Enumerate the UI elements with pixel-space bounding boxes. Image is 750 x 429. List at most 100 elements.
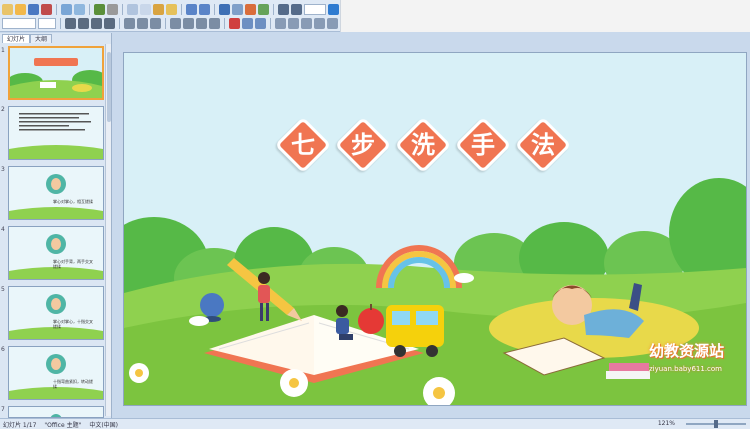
align-center-icon[interactable] — [137, 17, 148, 29]
tab-slides[interactable]: 幻灯片 — [2, 34, 31, 43]
thumbnail-preview — [9, 287, 103, 339]
zoom-level[interactable]: 121% — [658, 420, 675, 427]
title-char: 手 — [471, 131, 495, 159]
italic-icon[interactable] — [78, 17, 89, 29]
hyperlink-icon[interactable] — [219, 3, 230, 15]
open-folder-icon[interactable] — [15, 3, 26, 15]
title-char-tile[interactable]: 七 — [274, 116, 332, 174]
thumbnail-number: 5 — [1, 286, 5, 293]
line-icon[interactable] — [288, 17, 299, 29]
slide-thumbnail-6[interactable]: 十指弯曲紧扣，转动搓揉 — [8, 346, 104, 400]
title-char: 步 — [351, 131, 375, 159]
table-icon[interactable] — [232, 3, 243, 15]
title-char: 法 — [531, 131, 555, 159]
thumbnail-preview — [9, 227, 103, 279]
thumbnail-number: 2 — [1, 106, 5, 113]
numbering-icon[interactable] — [170, 17, 181, 29]
thumbnail-preview — [10, 48, 102, 98]
slides-panel: 幻灯片 大纲 1 2 3 掌心对掌心，相互搓揉 4 掌心对手背，两手交叉搓揉 5… — [0, 33, 112, 418]
new-slide-2-icon[interactable] — [255, 17, 266, 29]
thumbnail-caption: 掌心对掌心，十指交叉搓揉 — [53, 319, 93, 329]
increase-font-icon[interactable] — [196, 17, 207, 29]
toolbar-empty-area — [340, 0, 750, 32]
toolbar — [0, 0, 750, 32]
spelling-icon[interactable] — [94, 3, 105, 15]
grid-icon[interactable] — [278, 3, 289, 15]
slide-thumbnail-4[interactable]: 掌心对手背，两手交叉搓揉 — [8, 226, 104, 280]
permission-icon[interactable] — [41, 3, 52, 15]
font-name-combo[interactable] — [2, 17, 36, 29]
help-icon[interactable] — [328, 3, 339, 15]
zoom-slider[interactable] — [686, 419, 746, 428]
tab-outline[interactable]: 大纲 — [30, 34, 53, 43]
save-icon[interactable] — [28, 3, 39, 15]
thumbnail-caption: 掌心对掌心，相互搓揉 — [53, 199, 93, 204]
zoom-combo[interactable] — [304, 3, 326, 15]
thumbnail-number: 6 — [1, 346, 5, 353]
research-icon[interactable] — [107, 3, 118, 15]
slide-thumbnail-7[interactable] — [8, 406, 104, 418]
undo-icon[interactable] — [186, 3, 197, 15]
print-preview-icon[interactable] — [74, 3, 85, 15]
new-file-icon[interactable] — [2, 3, 13, 15]
theme-name: "Office 主题" — [44, 421, 82, 429]
cut-icon[interactable] — [127, 3, 138, 15]
draw-shapes-icon[interactable] — [275, 17, 286, 29]
align-right-icon[interactable] — [150, 17, 161, 29]
print-icon[interactable] — [61, 3, 72, 15]
chart-icon[interactable] — [245, 3, 256, 15]
paste-icon[interactable] — [153, 3, 164, 15]
thumbnail-preview — [9, 347, 103, 399]
zoom-controls: 121% — [658, 419, 746, 428]
slide-count: 幻灯片 1/17 — [3, 421, 37, 429]
title-char: 洗 — [411, 131, 435, 159]
rectangle-icon[interactable] — [314, 17, 325, 29]
watermark-url: ziyuan.baby611.com — [648, 365, 722, 373]
language: 中文(中国) — [89, 421, 119, 429]
thumbnail-number: 4 — [1, 226, 5, 233]
title-char-tile[interactable]: 洗 — [394, 116, 452, 174]
scrollbar-thumb[interactable] — [107, 52, 111, 122]
font-size-combo[interactable] — [38, 17, 56, 29]
thumbnail-number: 1 — [1, 47, 5, 54]
thumbnail-scrollbar[interactable] — [105, 44, 111, 416]
slide-canvas[interactable]: 七 步 洗 手 法 幼教资源站 ziyuan.baby611.com — [124, 53, 746, 405]
design-icon[interactable] — [242, 17, 253, 29]
underline-icon[interactable] — [91, 17, 102, 29]
thumbnail-preview — [9, 167, 103, 219]
bold-icon[interactable] — [65, 17, 76, 29]
thumbnail-number: 3 — [1, 166, 5, 173]
thumbnail-preview — [9, 107, 103, 159]
font-color-icon[interactable] — [229, 17, 240, 29]
new-slide-icon[interactable] — [258, 3, 269, 15]
thumbnail-caption: 十指弯曲紧扣，转动搓揉 — [53, 379, 93, 389]
redo-icon[interactable] — [199, 3, 210, 15]
title-char-tile[interactable]: 手 — [454, 116, 512, 174]
slide-thumbnail-3[interactable]: 掌心对掌心，相互搓揉 — [8, 166, 104, 220]
align-left-icon[interactable] — [124, 17, 135, 29]
toolbar-row-standard — [0, 2, 339, 16]
arrow-icon[interactable] — [301, 17, 312, 29]
watermark-logo: 幼教资源站 — [648, 342, 724, 360]
title-char: 七 — [291, 131, 315, 159]
copy-icon[interactable] — [140, 3, 151, 15]
toolbar-row-formatting — [0, 16, 377, 30]
slide-editing-area: 七 步 洗 手 法 幼教资源站 ziyuan.baby611.com — [113, 33, 750, 418]
oval-icon[interactable] — [327, 17, 338, 29]
thumbnail-preview — [9, 410, 103, 417]
thumbnail-caption: 掌心对手背，两手交叉搓揉 — [53, 259, 93, 269]
slide-thumbnail-1[interactable] — [8, 46, 104, 100]
slide-thumbnail-2[interactable] — [8, 106, 104, 160]
status-bar: 幻灯片 1/17 "Office 主题" 中文(中国) 121% — [0, 418, 750, 429]
thumbnail-number: 7 — [1, 406, 5, 413]
decrease-font-icon[interactable] — [209, 17, 220, 29]
format-painter-icon[interactable] — [166, 3, 177, 15]
slide-thumbnail-5[interactable]: 掌心对掌心，十指交叉搓揉 — [8, 286, 104, 340]
title-char-tile[interactable]: 步 — [334, 116, 392, 174]
bullets-icon[interactable] — [183, 17, 194, 29]
panel-tabs: 幻灯片 大纲 — [0, 33, 111, 43]
title-char-tile[interactable]: 法 — [514, 116, 572, 174]
zoom-slider-knob[interactable] — [714, 419, 718, 428]
shadow-icon[interactable] — [104, 17, 115, 29]
color-grayscale-icon[interactable] — [291, 3, 302, 15]
